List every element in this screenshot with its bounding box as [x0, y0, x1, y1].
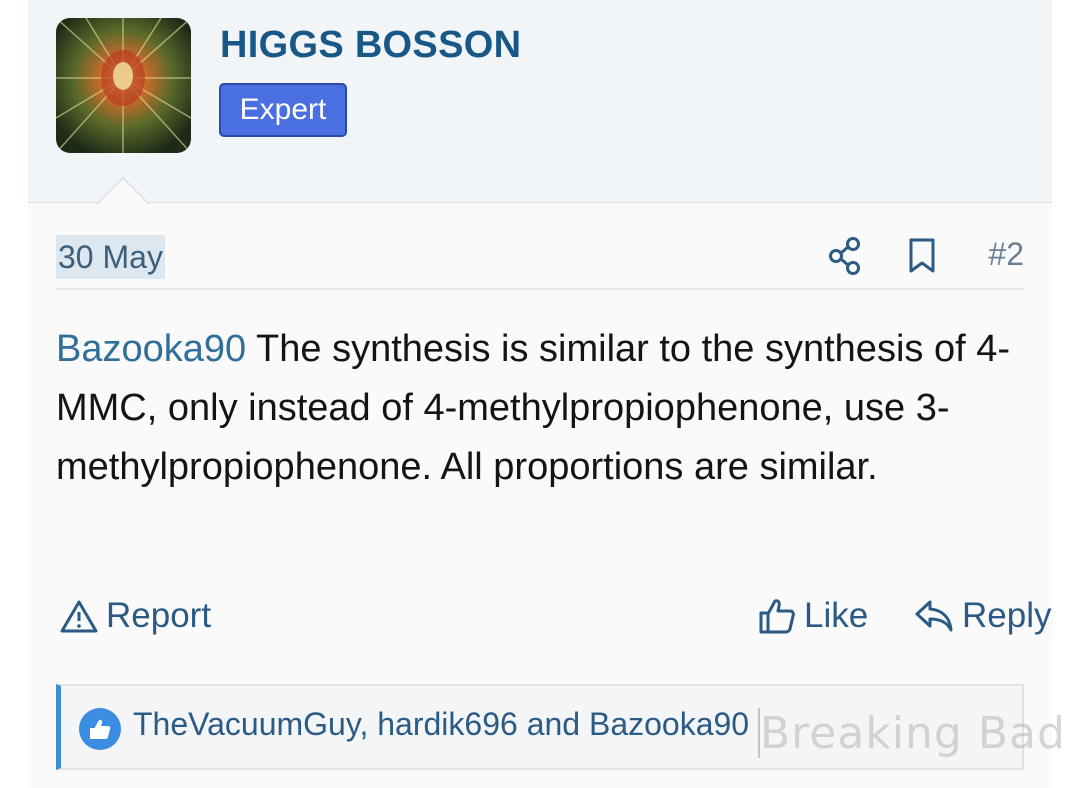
like-button[interactable]: Like [758, 596, 868, 636]
avatar[interactable] [56, 18, 191, 153]
post-date[interactable]: 30 May [56, 235, 165, 279]
reply-label: Reply [962, 596, 1052, 635]
bookmark-icon[interactable] [908, 238, 936, 274]
report-button[interactable]: Report [60, 596, 211, 636]
watermark: Breaking Bad [760, 708, 1066, 759]
post-number[interactable]: #2 [988, 236, 1024, 273]
thumbs-up-icon [759, 599, 795, 634]
reply-icon [915, 600, 953, 632]
user-title-badge: Expert [219, 83, 347, 137]
user-header: HIGGS BOSSON Expert [28, 0, 1052, 203]
post-actions: Report Like Reply [56, 596, 1051, 646]
post-container: HIGGS BOSSON Expert 30 May #2 Bazooka90 … [28, 0, 1052, 788]
username[interactable]: HIGGS BOSSON [220, 24, 521, 67]
like-reaction-icon [79, 708, 121, 750]
reply-button[interactable]: Reply [914, 596, 1051, 636]
user-mention[interactable]: Bazooka90 [56, 328, 246, 370]
post-meta: 30 May #2 [56, 232, 1024, 290]
share-icon[interactable] [828, 236, 862, 276]
report-label: Report [106, 596, 212, 635]
reaction-users[interactable]: TheVacuumGuy, hardik696 and Bazooka90 [133, 706, 749, 743]
warning-icon [60, 600, 98, 633]
post-body: Bazooka90 The synthesis is similar to th… [56, 320, 1024, 497]
like-label: Like [804, 596, 869, 635]
